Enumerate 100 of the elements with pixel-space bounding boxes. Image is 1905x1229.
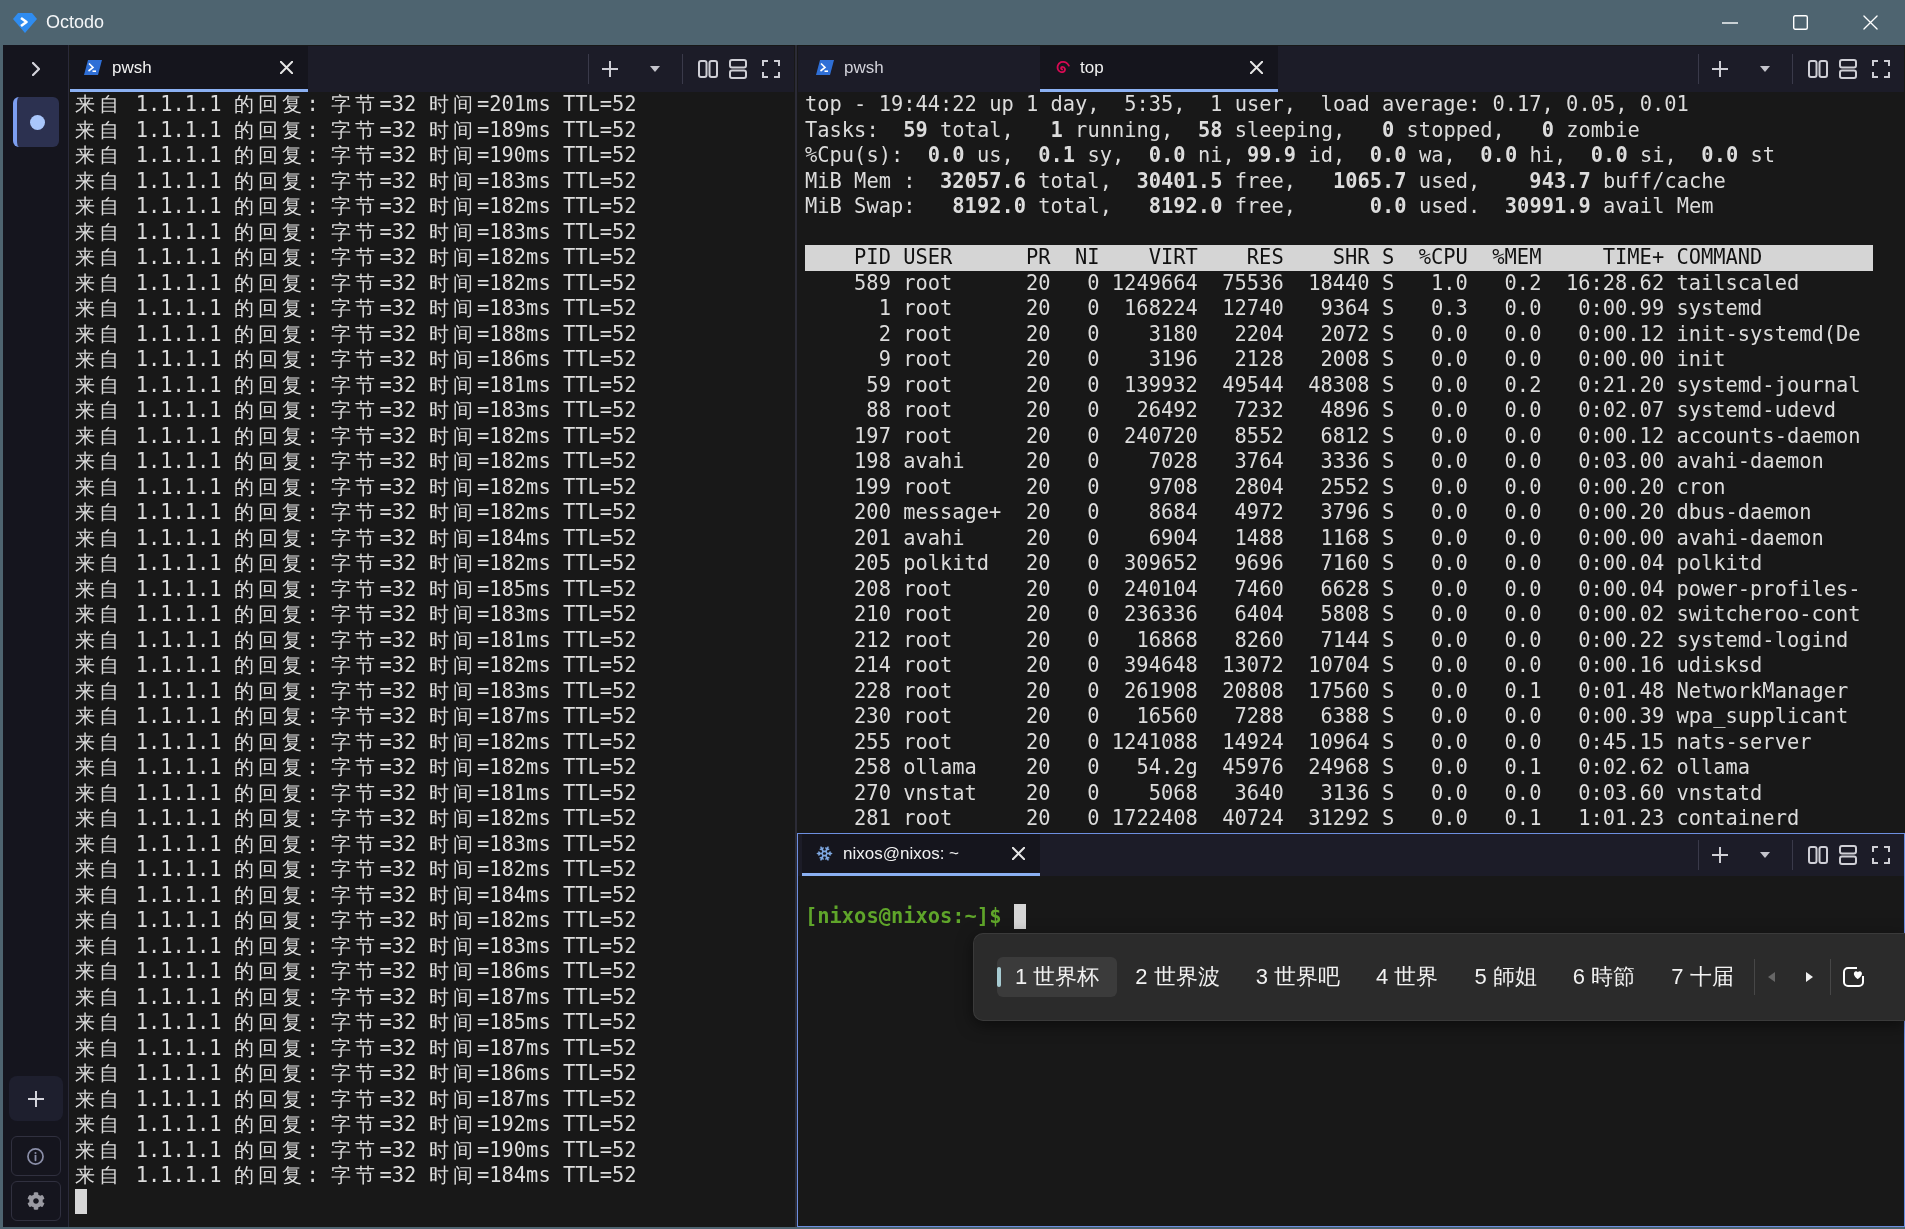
table-cell-text: 16560 [1135, 704, 1198, 730]
table-cell-text: 9 [877, 347, 891, 373]
table-cell-text: 20 [1024, 551, 1051, 577]
table-cell-text: avahi [903, 449, 966, 475]
table-cell-text: 6628 [1319, 576, 1370, 602]
candidate-item[interactable]: 6 時節 [1554, 957, 1654, 997]
table-cell-text: 197 [853, 423, 891, 449]
table-cell-text: 20 [1024, 627, 1051, 653]
table-cell-text: 20 [1024, 729, 1051, 755]
candidate-item[interactable]: 7 十届 [1653, 957, 1752, 997]
table-cell-text: 7028 [1147, 449, 1198, 475]
table-cell: cron [1676, 474, 1726, 500]
tab[interactable]: nixos@nixos: ~ [802, 834, 1040, 876]
terminal-icon [816, 60, 834, 75]
column-header: %CPU [1417, 245, 1468, 271]
swirl-icon [1054, 59, 1070, 76]
new-session-button[interactable] [8, 1076, 63, 1121]
table-cell-text: 14924 [1221, 729, 1284, 755]
table-cell-text: 40724 [1221, 806, 1284, 832]
table-cell: message+ [903, 500, 1002, 526]
table-cell-text: 20 [1024, 321, 1051, 347]
table-cell-text: 0 [1086, 627, 1100, 653]
close-icon [1862, 15, 1878, 30]
table-cell-text: 9364 [1319, 296, 1370, 322]
close-icon [1249, 61, 1263, 74]
settings-icon [26, 1192, 45, 1210]
table-cell-text: root [903, 576, 954, 602]
session-button[interactable] [12, 97, 59, 147]
candidate-item[interactable]: 1 世界杯 [997, 957, 1118, 997]
terminal-line: 来自 1.1.1.1 的回复: 字节=32 时间=182ms TTL=52 [75, 551, 637, 577]
plus-icon [27, 1090, 44, 1107]
column-header: USER [903, 245, 954, 271]
table-cell-text: 0.1 [1503, 755, 1542, 781]
terminal-line: 来自 1.1.1.1 的回复: 字节=32 时间=184ms TTL=52 [75, 525, 637, 551]
table-cell-text: 16868 [1135, 627, 1198, 653]
table-cell-text: 0.0 [1503, 627, 1542, 653]
table-cell-text: 0.0 [1429, 678, 1468, 704]
terminal-line: 来自 1.1.1.1 的回复: 字节=32 时间=184ms TTL=52 [75, 882, 637, 908]
settings-button[interactable] [10, 1181, 61, 1221]
terminal-line: 来自 1.1.1.1 的回复: 字节=32 时间=192ms TTL=52 [75, 1112, 637, 1138]
table-cell-text: 270 [853, 780, 891, 806]
table-cell: init [1676, 347, 1726, 373]
table-cell-text: 0:00.04 [1577, 576, 1665, 602]
table-cell: S [1381, 780, 1395, 806]
terminal-line: %Cpu(s): 0.0 us, 0.1 sy, 0.0 ni, 99.9 id, 0.0 wa, 0.0 hi, 0.0 si, 0.0 st [805, 143, 1776, 169]
close-icon [279, 61, 293, 74]
table-cell-text: 1168 [1319, 525, 1370, 551]
table-cell-text: 168224 [1123, 296, 1198, 322]
table-cell-text: 2552 [1319, 474, 1370, 500]
table-cell-text: 1 [877, 296, 891, 322]
table-cell: S [1381, 398, 1395, 424]
candidate-item[interactable]: 4 世界 [1358, 957, 1457, 997]
table-cell: S [1381, 755, 1395, 781]
table-cell-text: 0:03.60 [1577, 780, 1665, 806]
caret-down-icon [650, 66, 660, 72]
table-cell-text: 0.0 [1429, 321, 1468, 347]
table-cell-text: 0:00.00 [1577, 525, 1665, 551]
plus-icon [1712, 61, 1728, 77]
table-cell-text: 0:00.00 [1577, 347, 1665, 373]
table-cell-text: 48308 [1307, 372, 1370, 398]
table-cell: nats-server [1676, 729, 1812, 755]
terminal-line: 来自 1.1.1.1 的回复: 字节=32 时间=182ms TTL=52 [75, 857, 637, 883]
table-cell-text: 1.0 [1429, 270, 1468, 296]
table-cell: S [1381, 500, 1395, 526]
info-button[interactable] [10, 1136, 61, 1176]
table-cell-text: vnstat [903, 780, 978, 806]
candidate-item[interactable]: 2 世界波 [1117, 957, 1238, 997]
table-cell-text: 0:00.39 [1577, 704, 1665, 730]
tab[interactable]: top [1040, 46, 1278, 92]
table-cell-text: 0:03.00 [1577, 449, 1665, 475]
terminal-line: 来自 1.1.1.1 的回复: 字节=32 时间=182ms TTL=52 [75, 270, 637, 296]
table-cell-text: 13072 [1221, 653, 1284, 679]
tab[interactable]: pwsh [802, 46, 1040, 92]
table-cell-text: 0.0 [1503, 500, 1542, 526]
candidate-item[interactable]: 3 世界吧 [1237, 957, 1359, 997]
table-cell-text: root [903, 653, 954, 679]
split-columns-icon [1808, 846, 1828, 864]
candidate-item[interactable]: 5 師姐 [1456, 957, 1555, 997]
terminal-line: 来自 1.1.1.1 的回复: 字节=32 时间=187ms TTL=52 [75, 1086, 637, 1112]
terminal-line: 来自 1.1.1.1 的回复: 字节=32 时间=183ms TTL=52 [75, 933, 637, 959]
table-cell-text: 5068 [1147, 780, 1198, 806]
table-cell-text: 0:00.22 [1577, 627, 1665, 653]
table-cell-text: 0.0 [1503, 398, 1542, 424]
tab[interactable]: pwsh [70, 46, 308, 92]
column-header: PID [853, 245, 891, 271]
table-cell-text: 0.0 [1503, 474, 1542, 500]
table-cell-text: 0 [1086, 576, 1100, 602]
table-cell-text: 199 [853, 474, 891, 500]
table-cell-text: root [903, 372, 954, 398]
terminal-line: 来自 1.1.1.1 的回复: 字节=32 时间=183ms TTL=52 [75, 296, 637, 322]
table-cell-text: 0.2 [1503, 372, 1542, 398]
table-cell-text: 0 [1086, 372, 1100, 398]
table-cell-text: 31292 [1307, 806, 1370, 832]
table-cell-text: 7160 [1319, 551, 1370, 577]
table-cell-text: 0 [1086, 653, 1100, 679]
table-cell-text: 0 [1086, 296, 1100, 322]
table-cell-text: 261908 [1123, 678, 1198, 704]
table-cell-text: 0 [1086, 551, 1100, 577]
table-cell-text: 0.0 [1503, 296, 1542, 322]
table-cell: S [1381, 653, 1395, 679]
